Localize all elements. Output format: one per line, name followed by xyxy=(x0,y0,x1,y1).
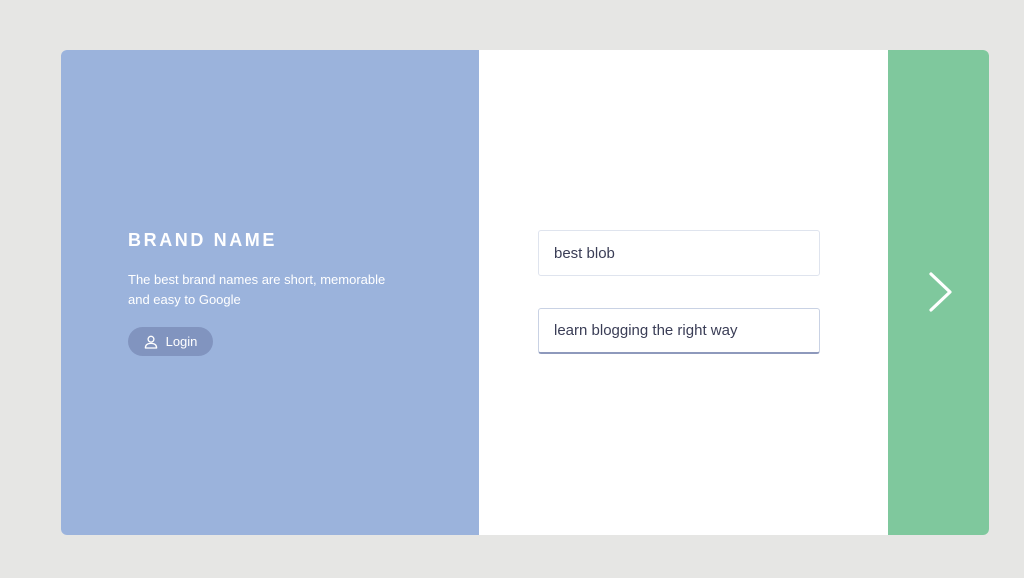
brand-title: BRAND NAME xyxy=(128,230,277,250)
login-label: Login xyxy=(165,334,198,349)
tagline-input[interactable] xyxy=(538,308,820,354)
login-button[interactable]: Login xyxy=(128,327,213,356)
brand-description: The best brand names are short, memorabl… xyxy=(128,272,386,307)
user-icon xyxy=(144,335,158,349)
brand-panel: BRAND NAME The best brand names are shor… xyxy=(61,50,479,535)
next-panel-button[interactable] xyxy=(888,50,989,535)
form-panel xyxy=(479,50,888,535)
slide-card: BRAND NAME The best brand names are shor… xyxy=(61,50,989,535)
chevron-right-icon xyxy=(929,272,952,312)
title-input[interactable] xyxy=(538,230,820,276)
